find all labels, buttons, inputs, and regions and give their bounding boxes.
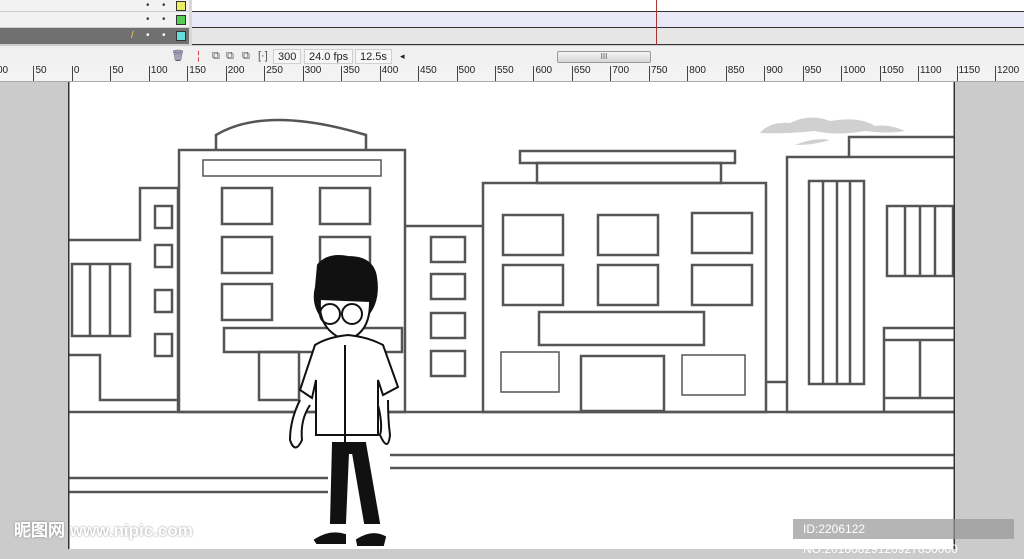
ruler-label: 1200 xyxy=(994,66,1019,81)
watermark-site: 昵图网 www.nipic.com xyxy=(14,521,193,540)
trash-icon[interactable]: 🗑 xyxy=(171,49,185,64)
outline-color-swatch[interactable] xyxy=(176,14,186,25)
pencil-icon: / xyxy=(131,29,134,41)
timeline-toolbar: 🗑 ¦ ⧉ ⧉ ⧉ [·] 300 24.0 fps 12.5s ◂ III xyxy=(0,45,1024,65)
ruler-label: 150 xyxy=(187,66,206,81)
ruler-label: 400 xyxy=(379,66,398,81)
outline-color-swatch[interactable] xyxy=(176,0,186,11)
visibility-dot[interactable]: • xyxy=(146,0,150,10)
ruler-label: 650 xyxy=(571,66,591,81)
lock-dot[interactable]: • xyxy=(162,0,166,10)
frame-rate[interactable]: 24.0 fps xyxy=(304,49,354,64)
current-frame[interactable]: 300 xyxy=(273,49,302,64)
ruler-label: 800 xyxy=(687,66,706,81)
ruler-label: 300 xyxy=(302,66,321,81)
ruler-label: 1050 xyxy=(879,66,904,81)
city-scene-illustration xyxy=(66,82,957,549)
ruler-label: 600 xyxy=(533,66,552,81)
ruler-label: 50 xyxy=(110,66,124,81)
ruler-label: 950 xyxy=(802,66,821,81)
ruler-label: 200 xyxy=(225,66,244,81)
timeline-scrollbar-thumb[interactable]: III xyxy=(557,51,651,63)
frames-row-1[interactable] xyxy=(192,0,1024,12)
ruler-label: 350 xyxy=(341,66,360,81)
layer-row-3-selected[interactable]: / • • xyxy=(0,28,190,45)
ruler-label: 500 xyxy=(456,66,475,81)
visibility-dot[interactable]: • xyxy=(146,30,150,41)
boy-character xyxy=(288,255,400,546)
frames-row-3[interactable] xyxy=(192,28,1024,45)
edit-multiple-icon[interactable]: ⧉ xyxy=(242,49,250,64)
onion-skin-icon[interactable]: ⧉ xyxy=(212,49,220,64)
elapsed-time: 12.5s xyxy=(355,49,392,64)
ruler-label: 50 xyxy=(33,66,47,81)
ruler-label: 250 xyxy=(264,66,283,81)
playhead[interactable] xyxy=(656,0,657,49)
ruler-label: 1150 xyxy=(956,66,980,81)
ruler-label: 900 xyxy=(764,66,783,81)
ruler-label: 550 xyxy=(494,66,514,81)
outline-color-swatch[interactable] xyxy=(176,31,186,41)
ruler-label: 450 xyxy=(418,66,437,81)
onion-outline-icon[interactable]: ⧉ xyxy=(226,49,234,64)
horizontal-ruler: 0050050100150200250300350400450500550600… xyxy=(0,65,1024,82)
ruler-label: 1100 xyxy=(918,66,942,81)
ruler-label: 850 xyxy=(725,66,744,81)
onion-markers-icon[interactable]: [·] xyxy=(258,49,268,64)
lock-dot[interactable]: • xyxy=(162,13,166,24)
layer-row-1[interactable]: • • xyxy=(0,0,190,12)
ruler-label: 750 xyxy=(648,66,668,81)
ruler-label: 700 xyxy=(610,66,629,81)
ruler-label: 00 xyxy=(0,66,8,81)
visibility-dot[interactable]: • xyxy=(146,13,150,24)
scroll-left-arrow[interactable]: ◂ xyxy=(400,49,405,64)
lock-dot[interactable]: • xyxy=(162,30,166,41)
ruler-label: 1000 xyxy=(841,66,865,81)
pasteboard-right xyxy=(955,82,1024,549)
layer-row-2[interactable]: • • xyxy=(0,12,190,28)
ruler-label: 0 xyxy=(71,66,79,81)
stage-canvas[interactable] xyxy=(66,82,957,549)
ruler-label: 100 xyxy=(148,66,168,81)
frames-row-2[interactable] xyxy=(192,12,1024,28)
center-frame-icon[interactable]: ¦ xyxy=(197,49,200,64)
watermark-id: ID:2206122 NO:20180829120927650000 xyxy=(793,519,1014,556)
